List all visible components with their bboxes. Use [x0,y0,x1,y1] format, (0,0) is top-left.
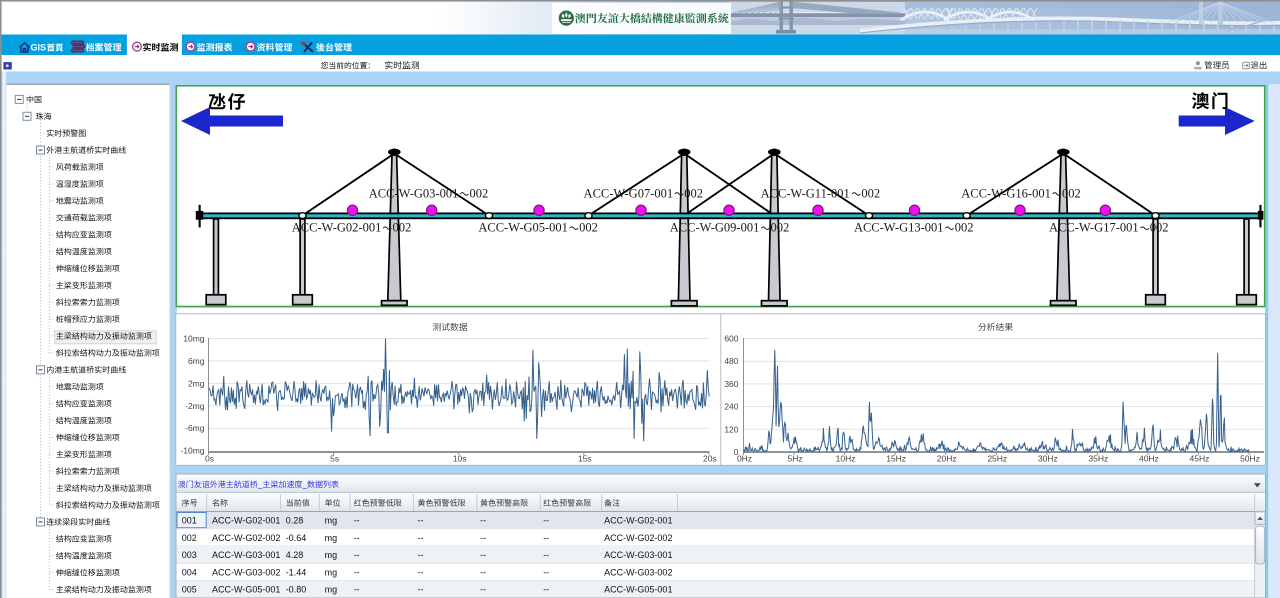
svg-text:600: 600 [724,334,738,344]
svg-text:ACC-W-G03-002: ACC-W-G03-002 [212,567,280,577]
svg-text:-2mg: -2mg [185,401,205,411]
svg-text:20Hz: 20Hz [937,454,957,464]
svg-text:2mg: 2mg [188,378,205,388]
svg-text:GIS: GIS [31,43,47,53]
svg-text:004: 004 [182,567,197,577]
svg-text:50Hz: 50Hz [1240,454,1260,464]
svg-text:ACC-W-G02-001: ACC-W-G02-001 [292,221,382,235]
svg-text:--: -- [480,533,486,543]
svg-text:--: -- [480,585,486,595]
svg-text:002: 002 [771,221,790,235]
svg-text:360: 360 [724,379,738,389]
svg-text:10s: 10s [453,454,467,464]
svg-text:005: 005 [182,585,197,595]
svg-text:ACC-W-G03-001: ACC-W-G03-001 [604,550,672,560]
svg-text:ACC-W-G07-001: ACC-W-G07-001 [584,186,674,200]
svg-text:--: -- [354,567,360,577]
svg-text:--: -- [543,533,549,543]
svg-text:003: 003 [182,550,197,560]
svg-text:ACC-W-G05-001: ACC-W-G05-001 [212,585,280,595]
svg-text:002: 002 [684,186,703,200]
svg-text:240: 240 [724,402,738,412]
svg-text:--: -- [354,550,360,560]
svg-text:002: 002 [182,533,197,543]
svg-text:ACC-W-G17-001: ACC-W-G17-001 [1049,221,1139,235]
svg-text:40Hz: 40Hz [1139,454,1159,464]
svg-text:-10mg: -10mg [180,446,204,456]
svg-text:--: -- [418,585,424,595]
svg-text:ACC-W-G02-001: ACC-W-G02-001 [212,516,280,526]
svg-text:--: -- [418,567,424,577]
svg-text:4.28: 4.28 [286,550,304,560]
svg-text:--: -- [543,567,549,577]
svg-text:5s: 5s [330,454,339,464]
svg-text:--: -- [418,516,424,526]
svg-text:--: -- [354,533,360,543]
svg-text:480: 480 [724,356,738,366]
svg-text:002: 002 [470,186,489,200]
svg-text:25Hz: 25Hz [987,454,1007,464]
svg-text:mg: mg [325,516,338,526]
svg-text:--: -- [418,533,424,543]
svg-text:002: 002 [393,221,412,235]
svg-text:ACC-W-G09-001: ACC-W-G09-001 [670,221,760,235]
svg-text:--: -- [480,567,486,577]
svg-text:002: 002 [955,221,974,235]
svg-text:0s: 0s [205,454,214,464]
svg-text:002: 002 [1150,221,1169,235]
svg-text:15s: 15s [578,454,592,464]
svg-text:_: _ [302,480,308,489]
svg-text:35Hz: 35Hz [1088,454,1108,464]
svg-text:5Hz: 5Hz [787,454,802,464]
svg-text:ACC-W-G16-001: ACC-W-G16-001 [961,186,1051,200]
svg-text:002: 002 [1062,186,1081,200]
svg-text:0Hz: 0Hz [737,454,752,464]
svg-text:001: 001 [182,516,197,526]
svg-text:0.28: 0.28 [286,516,304,526]
svg-text:-6mg: -6mg [185,423,205,433]
svg-text:15Hz: 15Hz [886,454,906,464]
svg-text:ACC-W-G03-001: ACC-W-G03-001 [369,186,459,200]
svg-text:45Hz: 45Hz [1190,454,1210,464]
svg-text:--: -- [480,516,486,526]
svg-text:30Hz: 30Hz [1038,454,1058,464]
svg-text:mg: mg [325,533,338,543]
svg-text:--: -- [354,585,360,595]
svg-text:-1.44: -1.44 [286,567,307,577]
svg-text:--: -- [418,550,424,560]
svg-text:ACC-W-G13-001: ACC-W-G13-001 [854,221,944,235]
svg-text:ACC-W-G02-002: ACC-W-G02-002 [604,533,672,543]
svg-text:-0.64: -0.64 [286,533,307,543]
svg-text:ACC-W-G02-001: ACC-W-G02-001 [604,516,672,526]
svg-text:10mg: 10mg [183,334,205,344]
svg-text:ACC-W-G05-001: ACC-W-G05-001 [604,585,672,595]
svg-text:--: -- [354,516,360,526]
svg-text:mg: mg [325,585,338,595]
svg-text:ACC-W-G03-002: ACC-W-G03-002 [604,567,672,577]
svg-text:ACC-W-G03-001: ACC-W-G03-001 [212,550,280,560]
svg-text:--: -- [543,550,549,560]
svg-text:mg: mg [325,567,338,577]
svg-text:--: -- [480,550,486,560]
svg-text:ACC-W-G02-002: ACC-W-G02-002 [212,533,280,543]
svg-text:120: 120 [724,424,738,434]
svg-text:6mg: 6mg [188,356,205,366]
svg-text:10Hz: 10Hz [836,454,856,464]
svg-text:002: 002 [861,186,880,200]
svg-text:_: _ [257,480,263,489]
svg-text:-0.80: -0.80 [286,585,307,595]
svg-text:mg: mg [325,550,338,560]
svg-text:002: 002 [579,221,598,235]
svg-text:20s: 20s [703,454,717,464]
svg-text:--: -- [543,516,549,526]
svg-text:ACC-W-G11-001: ACC-W-G11-001 [761,186,850,200]
svg-text:ACC-W-G05-001: ACC-W-G05-001 [478,221,568,235]
svg-text:--: -- [543,585,549,595]
